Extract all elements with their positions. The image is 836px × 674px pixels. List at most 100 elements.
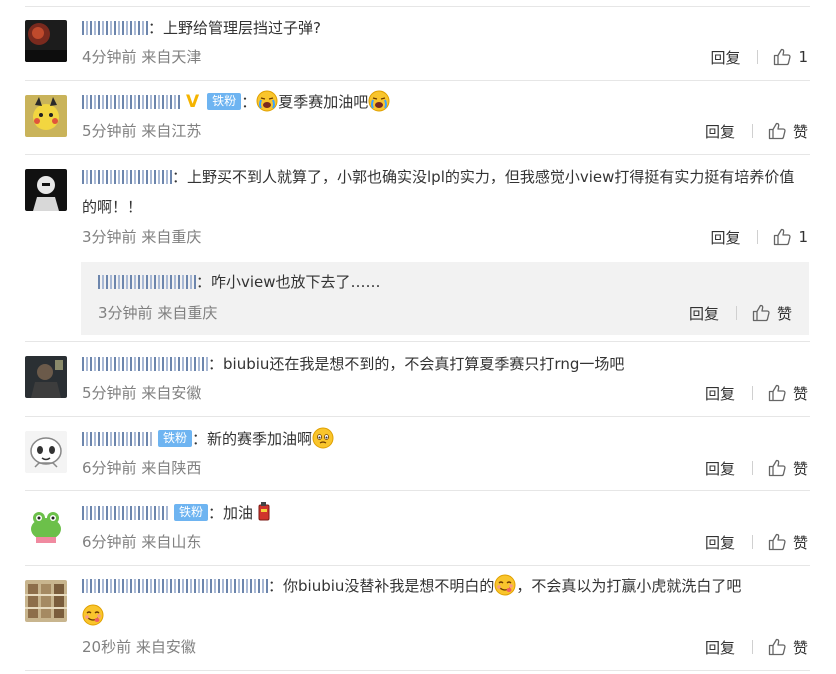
username[interactable] [82,94,182,109]
location: 来自重庆 [141,228,202,246]
divider [25,341,810,342]
fan-badge: 铁粉 [207,93,242,110]
timestamp: 6分钟前 [82,533,137,551]
thumbs-up-icon [767,637,787,657]
comment-meta: 4分钟前 来自天津 [82,46,201,68]
fuel-can-emoji-icon [253,501,270,523]
comment-text: 加油 [223,504,254,522]
avatar[interactable] [25,580,67,622]
divider [25,416,810,417]
divider [757,50,759,64]
fan-badge: 铁粉 [158,430,193,447]
like-button[interactable]: 赞 [767,458,808,479]
reply-button[interactable]: 回复 [705,121,735,142]
avatar[interactable] [25,505,67,547]
verified-v-icon: V [186,91,200,112]
avatar[interactable] [25,20,67,62]
divider [751,124,753,138]
comment-meta: 20秒前 来自安徽 [82,636,196,658]
like-count: 1 [798,48,808,66]
username[interactable] [82,356,208,371]
divider [25,154,810,155]
like-button[interactable]: 1 [772,47,808,67]
like-count: 1 [798,228,808,246]
sad-face-emoji-icon [312,427,334,449]
timestamp: 3分钟前 [98,304,153,322]
reply-button[interactable]: 回复 [710,47,740,68]
crying-face-emoji-icon [256,90,278,112]
divider [751,640,753,654]
reply-button[interactable]: 回复 [705,637,735,658]
like-button[interactable]: 赞 [767,532,808,553]
comment-actions: 回复 赞 [689,302,792,324]
crying-face-emoji-icon [368,90,390,112]
divider [757,230,759,244]
like-button[interactable]: 赞 [751,303,792,324]
timestamp: 20秒前 [82,638,132,656]
divider [25,670,810,671]
divider [25,6,810,7]
like-button[interactable]: 赞 [767,637,808,658]
location: 来自重庆 [157,304,218,322]
comment-text: biubiu还在我是想不到的，不会真打算夏季赛只打rng一场吧 [223,355,625,373]
avatar[interactable] [25,95,67,137]
divider [751,461,753,475]
location: 来自安徽 [135,638,196,656]
divider [751,535,753,549]
comment-meta: 6分钟前 来自山东 [82,531,201,553]
timestamp: 3分钟前 [82,228,137,246]
divider [25,565,810,566]
comment-meta: 6分钟前 来自陕西 [82,457,201,479]
username[interactable] [82,169,172,184]
timestamp: 4分钟前 [82,48,137,66]
reply-button[interactable]: 回复 [689,303,719,324]
reply-button[interactable]: 回复 [705,383,735,404]
reply-button[interactable]: 回复 [710,227,740,248]
comment-line: ：你biubiu没替补我是想不明白的 ，不会真以为打赢小虎就洗白了吧 [82,571,808,631]
like-label: 赞 [792,533,808,552]
savoring-face-emoji-icon [82,604,104,626]
username[interactable] [82,505,168,520]
comment-text: 你biubiu没替补我是想不明白的 [283,577,495,595]
thumbs-up-icon [767,458,787,478]
comment-actions: 回复 1 [710,46,808,68]
username[interactable] [82,578,268,593]
thumbs-up-icon [751,303,771,323]
username[interactable] [82,431,152,446]
comment-text: 上野给管理层挡过子弹? [163,19,321,37]
reply-button[interactable]: 回复 [705,532,735,553]
comment-text: 上野买不到人就算了，小郭也确实没lpl的实力，但我感觉小view打得挺有实力挺有… [82,168,795,216]
username[interactable] [82,20,148,35]
avatar[interactable] [25,356,67,398]
comment-actions: 回复 赞 [705,120,808,142]
like-button[interactable]: 1 [772,227,808,247]
like-button[interactable]: 赞 [767,383,808,404]
thumbs-up-icon [767,383,787,403]
comment-line: ：上野给管理层挡过子弹? [82,14,808,42]
comment-actions: 回复 赞 [705,457,808,479]
reply-button[interactable]: 回复 [705,458,735,479]
like-button[interactable]: 赞 [767,121,808,142]
like-label: 赞 [792,384,808,403]
comment-actions: 回复 1 [710,226,808,248]
comment-text: 咋小view也放下去了…… [211,273,381,291]
comment-meta: 5分钟前 来自安徽 [82,382,201,404]
comment-line: 铁粉 ：新的赛季加油啊 [82,425,808,453]
comment-text: 夏季赛加油吧 [278,93,369,111]
divider [751,386,753,400]
username[interactable] [98,274,196,289]
sub-reply: ：咋小view也放下去了…… 3分钟前 来自重庆 回复 赞 [81,262,809,335]
like-label: 赞 [792,459,808,478]
avatar[interactable] [25,169,67,211]
comment-actions: 回复 赞 [705,636,808,658]
comment-meta: 5分钟前 来自江苏 [82,120,201,142]
like-label: 赞 [792,122,808,141]
like-label: 赞 [792,638,808,657]
avatar[interactable] [25,431,67,473]
comment-actions: 回复 赞 [705,531,808,553]
like-label: 赞 [776,304,792,323]
thumbs-up-icon [772,47,792,67]
comment-line: ：咋小view也放下去了…… [98,268,792,296]
comment-list: ：上野给管理层挡过子弹? 4分钟前 来自天津 回复 1 V 铁粉：夏季赛加油吧 5… [0,0,836,674]
location: 来自安徽 [141,384,202,402]
